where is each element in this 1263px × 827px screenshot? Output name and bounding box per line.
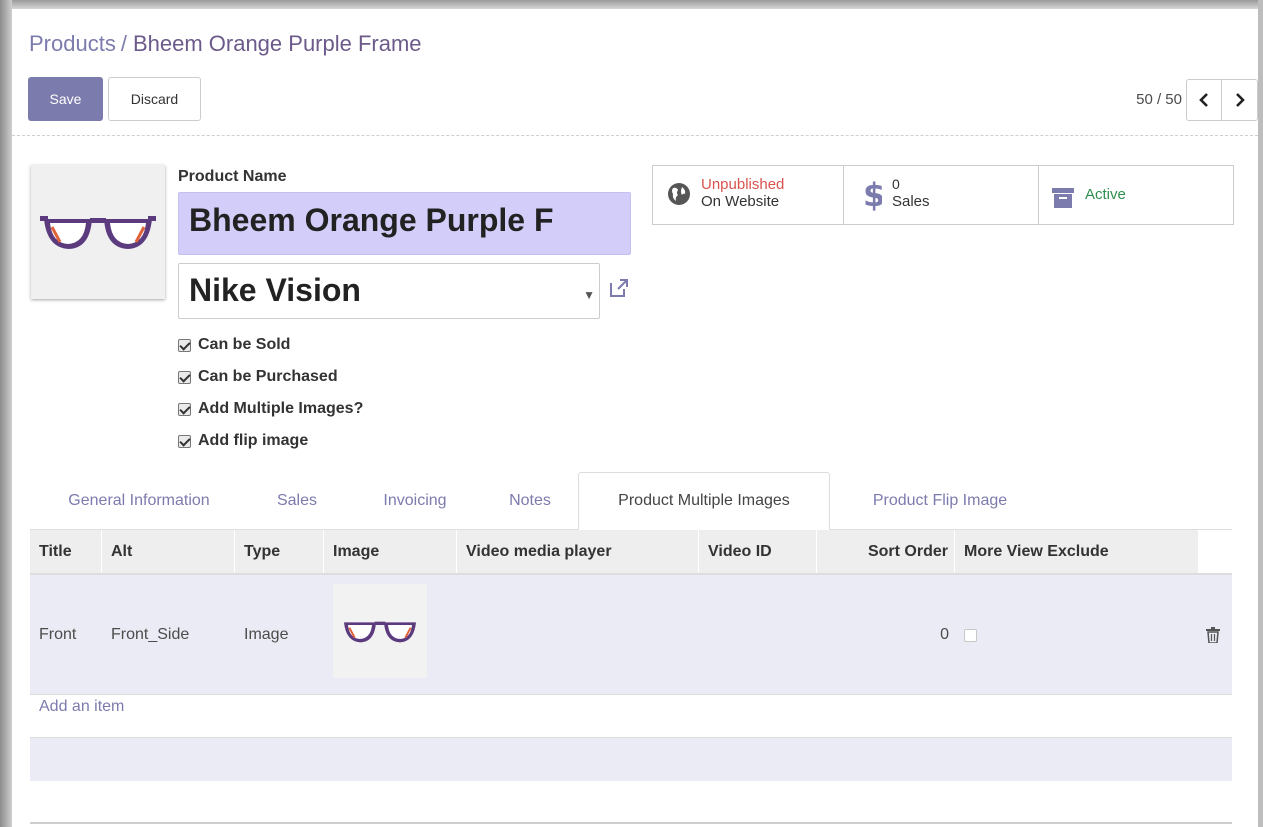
cell-video-id: [699, 575, 817, 695]
sheet-bottom-divider: [30, 822, 1232, 824]
product-name-input[interactable]: Bheem Orange Purple F: [178, 192, 631, 255]
active-toggle-button[interactable]: Active: [1039, 165, 1234, 225]
tab-invoicing[interactable]: Invoicing: [360, 472, 470, 530]
column-header-alt[interactable]: Alt: [102, 530, 235, 573]
table-header: Title Alt Type Image Video media player …: [30, 530, 1232, 575]
column-header-video-id[interactable]: Video ID: [699, 530, 817, 573]
breadcrumb-current: Bheem Orange Purple Frame: [132, 31, 422, 56]
checkbox-checked[interactable]: [178, 434, 191, 448]
active-label: Active: [1085, 186, 1126, 203]
add-item-link[interactable]: Add an item: [39, 698, 124, 716]
option-checkboxes: Can be Sold Can be Purchased Add Multipl…: [178, 329, 363, 457]
breadcrumb: Products / Bheem Orange Purple Frame: [29, 31, 422, 57]
checkbox-checked[interactable]: [178, 402, 191, 416]
discard-button[interactable]: Discard: [108, 77, 201, 121]
pager-next-button[interactable]: [1222, 79, 1258, 121]
cell-image-thumbnail: [333, 584, 427, 678]
column-header-video-player[interactable]: Video media player: [457, 530, 699, 573]
tab-sales[interactable]: Sales: [252, 472, 342, 530]
add-flip-image-checkbox[interactable]: Add flip image: [178, 425, 363, 457]
checkbox-label: Add Multiple Images?: [198, 400, 364, 417]
chevron-right-icon: [1235, 93, 1245, 107]
window-frame-right: [1258, 0, 1263, 827]
sales-count: 0: [892, 176, 900, 192]
column-header-title[interactable]: Title: [30, 530, 102, 573]
sales-button[interactable]: $ 0 Sales: [844, 165, 1039, 225]
caret-down-icon: ▼: [583, 288, 595, 302]
cell-sort-order: 0: [940, 626, 949, 643]
checkbox-label: Add flip image: [198, 432, 309, 449]
product-name-label: Product Name: [178, 168, 287, 185]
eyeglasses-icon: [344, 621, 416, 643]
notebook-tabs: General Information Sales Invoicing Note…: [30, 472, 1232, 530]
column-header-image[interactable]: Image: [324, 530, 457, 573]
tab-product-multiple-images[interactable]: Product Multiple Images: [578, 472, 830, 530]
cell-more-view-exclude: [955, 575, 1199, 695]
brand-select[interactable]: Nike Vision ▼: [178, 263, 600, 319]
checkbox-label: Can be Sold: [198, 336, 291, 353]
cell-type: Image: [244, 626, 289, 643]
checkbox-label: Can be Purchased: [198, 368, 338, 385]
cell-alt: Front_Side: [111, 626, 190, 643]
website-status-subline: On Website: [701, 193, 780, 210]
sales-summary: 0 Sales: [892, 176, 930, 210]
breadcrumb-products-link[interactable]: Products: [29, 31, 116, 56]
website-status-line: Unpublished: [701, 176, 785, 193]
empty-table-row: [30, 737, 1232, 781]
website-publish-button[interactable]: Unpublished On Website: [652, 165, 844, 225]
breadcrumb-separator: /: [120, 31, 127, 56]
form-sheet: Product Name Bheem Orange Purple F Nike …: [12, 137, 1258, 827]
website-status: Unpublished On Website: [701, 176, 784, 210]
tab-notes[interactable]: Notes: [486, 472, 574, 530]
eyeglasses-icon: [40, 216, 156, 249]
tab-general-information[interactable]: General Information: [44, 472, 234, 530]
cell-title: Front: [39, 626, 77, 643]
form-sheet-content: Product Name Bheem Orange Purple F Nike …: [12, 137, 1241, 827]
can-be-sold-checkbox[interactable]: Can be Sold: [178, 329, 363, 361]
chevron-left-icon: [1199, 93, 1208, 107]
column-header-type[interactable]: Type: [235, 530, 324, 573]
window-frame-top: [0, 0, 1263, 9]
dollar-icon: $: [863, 176, 882, 212]
tab-product-flip-image[interactable]: Product Flip Image: [842, 472, 1038, 530]
pager-previous-button[interactable]: [1186, 79, 1222, 121]
smart-buttons: Unpublished On Website $ 0 Sales Active: [652, 165, 1234, 225]
svg-text:$: $: [863, 176, 882, 212]
archive-icon: [1052, 188, 1074, 208]
window-frame-left: [0, 0, 12, 827]
trash-icon[interactable]: [1206, 627, 1220, 643]
product-image[interactable]: [31, 165, 165, 299]
globe-icon: [668, 183, 690, 205]
can-be-purchased-checkbox[interactable]: Can be Purchased: [178, 361, 363, 393]
column-header-more-view-exclude[interactable]: More View Exclude: [955, 530, 1199, 573]
cell-video-player: [457, 575, 699, 695]
table-row[interactable]: Front Front_Side Image 0: [30, 575, 1232, 695]
brand-select-value: Nike Vision: [189, 272, 361, 308]
images-table: Title Alt Type Image Video media player …: [30, 530, 1232, 781]
more-view-exclude-checkbox[interactable]: [964, 628, 977, 642]
checkbox-checked[interactable]: [178, 338, 191, 352]
sales-label: Sales: [892, 193, 930, 210]
save-button[interactable]: Save: [28, 77, 103, 121]
add-multiple-images-checkbox[interactable]: Add Multiple Images?: [178, 393, 363, 425]
column-header-sort-order[interactable]: Sort Order: [817, 530, 955, 573]
pager-value: 50 / 50: [1136, 91, 1182, 108]
external-link-icon[interactable]: [608, 277, 630, 299]
checkbox-checked[interactable]: [178, 370, 191, 384]
control-panel: Products / Bheem Orange Purple Frame Save …: [12, 9, 1258, 136]
